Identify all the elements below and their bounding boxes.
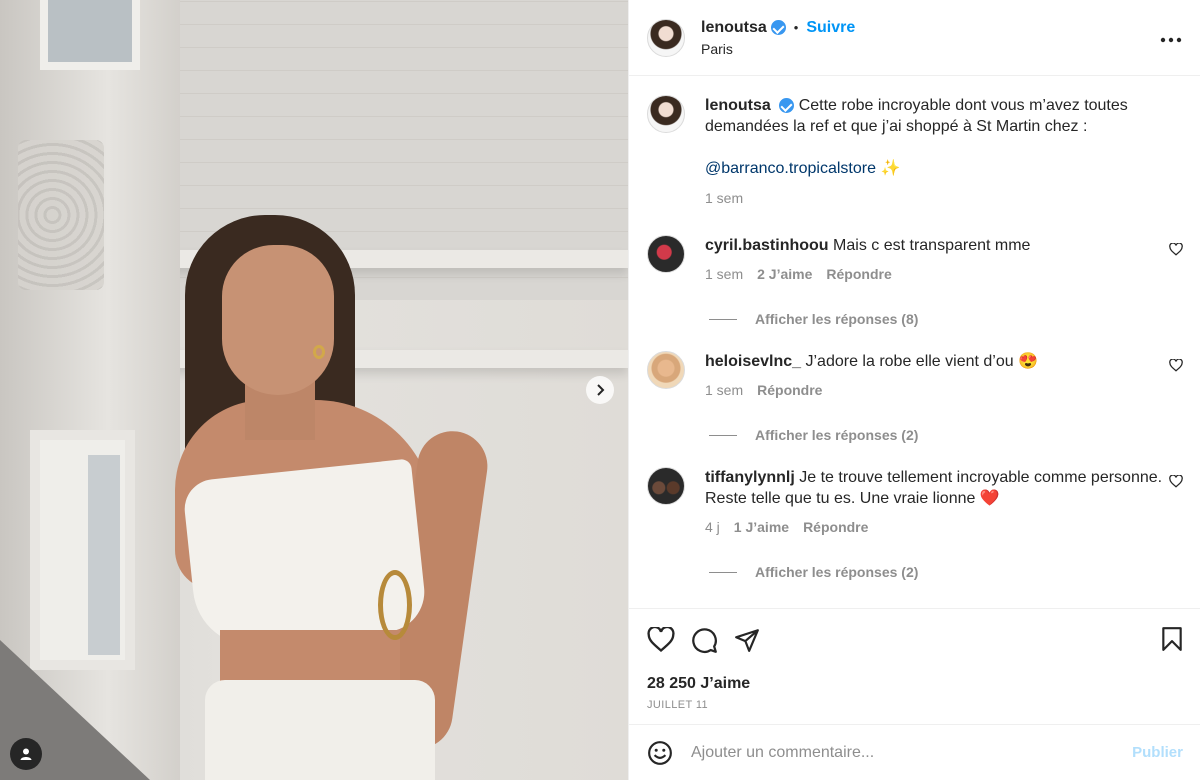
comment-button[interactable] <box>691 627 718 654</box>
comment-item: heloisevlnc_ J’adore la robe elle vient … <box>647 351 1183 401</box>
comment-icon <box>692 627 717 653</box>
comment-username[interactable]: heloisevlnc_ <box>705 353 801 370</box>
heart-icon <box>647 627 675 653</box>
bookmark-icon <box>1162 627 1182 651</box>
reply-button[interactable]: Répondre <box>826 264 891 285</box>
post-header: lenoutsa • Suivre Paris <box>629 0 1200 76</box>
heart-icon <box>1169 358 1183 372</box>
share-icon <box>735 629 759 652</box>
white-dress-skirt <box>205 680 435 780</box>
replies-divider <box>709 571 737 573</box>
caption-username[interactable]: lenoutsa <box>705 97 771 114</box>
replies-divider <box>709 318 737 320</box>
comment-time[interactable]: 1 sem <box>705 380 743 401</box>
reply-button[interactable]: Répondre <box>757 380 822 401</box>
caption-time[interactable]: 1 sem <box>705 188 743 209</box>
avatar[interactable] <box>647 467 685 505</box>
comment-time[interactable]: 1 sem <box>705 264 743 285</box>
comments-list[interactable]: lenoutsa Cette robe incroyable dont vous… <box>629 77 1200 607</box>
user-tags-button[interactable] <box>10 738 42 770</box>
view-replies-label: Afficher les réponses (2) <box>755 564 919 580</box>
dress-ring <box>378 570 412 640</box>
chevron-right-icon <box>597 384 605 396</box>
author-username[interactable]: lenoutsa <box>701 19 767 37</box>
comment-input[interactable] <box>691 743 1111 762</box>
building-window <box>40 0 140 70</box>
user-tag-icon <box>20 748 32 760</box>
avatar[interactable] <box>647 95 685 133</box>
view-replies-button[interactable]: Afficher les réponses (2) <box>709 427 1183 443</box>
reply-button[interactable]: Répondre <box>803 517 868 538</box>
emoji-icon <box>648 740 672 765</box>
share-button[interactable] <box>734 627 760 653</box>
replies-divider <box>709 434 737 436</box>
sparkles-emoji: ✨ <box>880 160 901 177</box>
avatar[interactable] <box>647 351 685 389</box>
like-comment-button[interactable] <box>1169 358 1183 377</box>
caption: lenoutsa Cette robe incroyable dont vous… <box>647 95 1183 209</box>
comment-likes[interactable]: 2 J’aime <box>757 264 812 285</box>
post-location[interactable]: Paris <box>701 41 855 57</box>
view-replies-button[interactable]: Afficher les réponses (2) <box>709 564 1183 580</box>
like-count[interactable]: 28 250 J’aime <box>647 675 1183 693</box>
view-replies-label: Afficher les réponses (2) <box>755 427 919 443</box>
like-comment-button[interactable] <box>1169 242 1183 261</box>
earring <box>313 345 325 359</box>
comment-text: J’adore la robe elle vient d’ou 😍 <box>805 353 1039 370</box>
post-panel: lenoutsa • Suivre Paris lenoutsa Cette r… <box>628 0 1200 780</box>
like-button[interactable] <box>647 627 675 653</box>
post-actions: 28 250 J’aime JUILLET 11 <box>629 608 1200 724</box>
woman-face <box>222 245 334 395</box>
comment-time[interactable]: 4 j <box>705 517 720 538</box>
comment-username[interactable]: tiffanylynnlj <box>705 469 795 486</box>
comment-likes[interactable]: 1 J’aime <box>734 517 789 538</box>
avatar[interactable] <box>647 235 685 273</box>
more-icon <box>1160 37 1182 43</box>
view-replies-button[interactable]: Afficher les réponses (8) <box>709 311 1183 327</box>
post-media[interactable] <box>0 0 628 780</box>
view-replies-label: Afficher les réponses (8) <box>755 311 919 327</box>
heart-icon <box>1169 242 1183 256</box>
emoji-button[interactable] <box>647 740 673 766</box>
like-comment-button[interactable] <box>1169 474 1183 493</box>
more-options-button[interactable] <box>1160 26 1182 49</box>
follow-button[interactable]: Suivre <box>806 19 855 37</box>
heart-icon <box>1169 474 1183 488</box>
publish-button[interactable]: Publier <box>1132 744 1183 761</box>
comment-composer: Publier <box>629 724 1200 780</box>
separator-dot: • <box>793 20 799 35</box>
mention-link[interactable]: @barranco.tropicalstore <box>705 160 876 177</box>
comment-item: cyril.bastinhoou Mais c est transparent … <box>647 235 1183 285</box>
building-window <box>30 430 135 670</box>
post-date: JUILLET 11 <box>647 699 709 711</box>
verified-icon <box>779 98 795 114</box>
comment-username[interactable]: cyril.bastinhoou <box>705 237 829 254</box>
comment-text: Mais c est transparent mme <box>833 237 1031 254</box>
save-button[interactable] <box>1161 626 1183 657</box>
next-media-button[interactable] <box>586 376 614 404</box>
verified-icon <box>770 20 786 35</box>
comment-item: tiffanylynnlj Je te trouve tellement inc… <box>647 467 1183 538</box>
avatar[interactable] <box>647 18 685 57</box>
stone-carving <box>18 140 104 290</box>
